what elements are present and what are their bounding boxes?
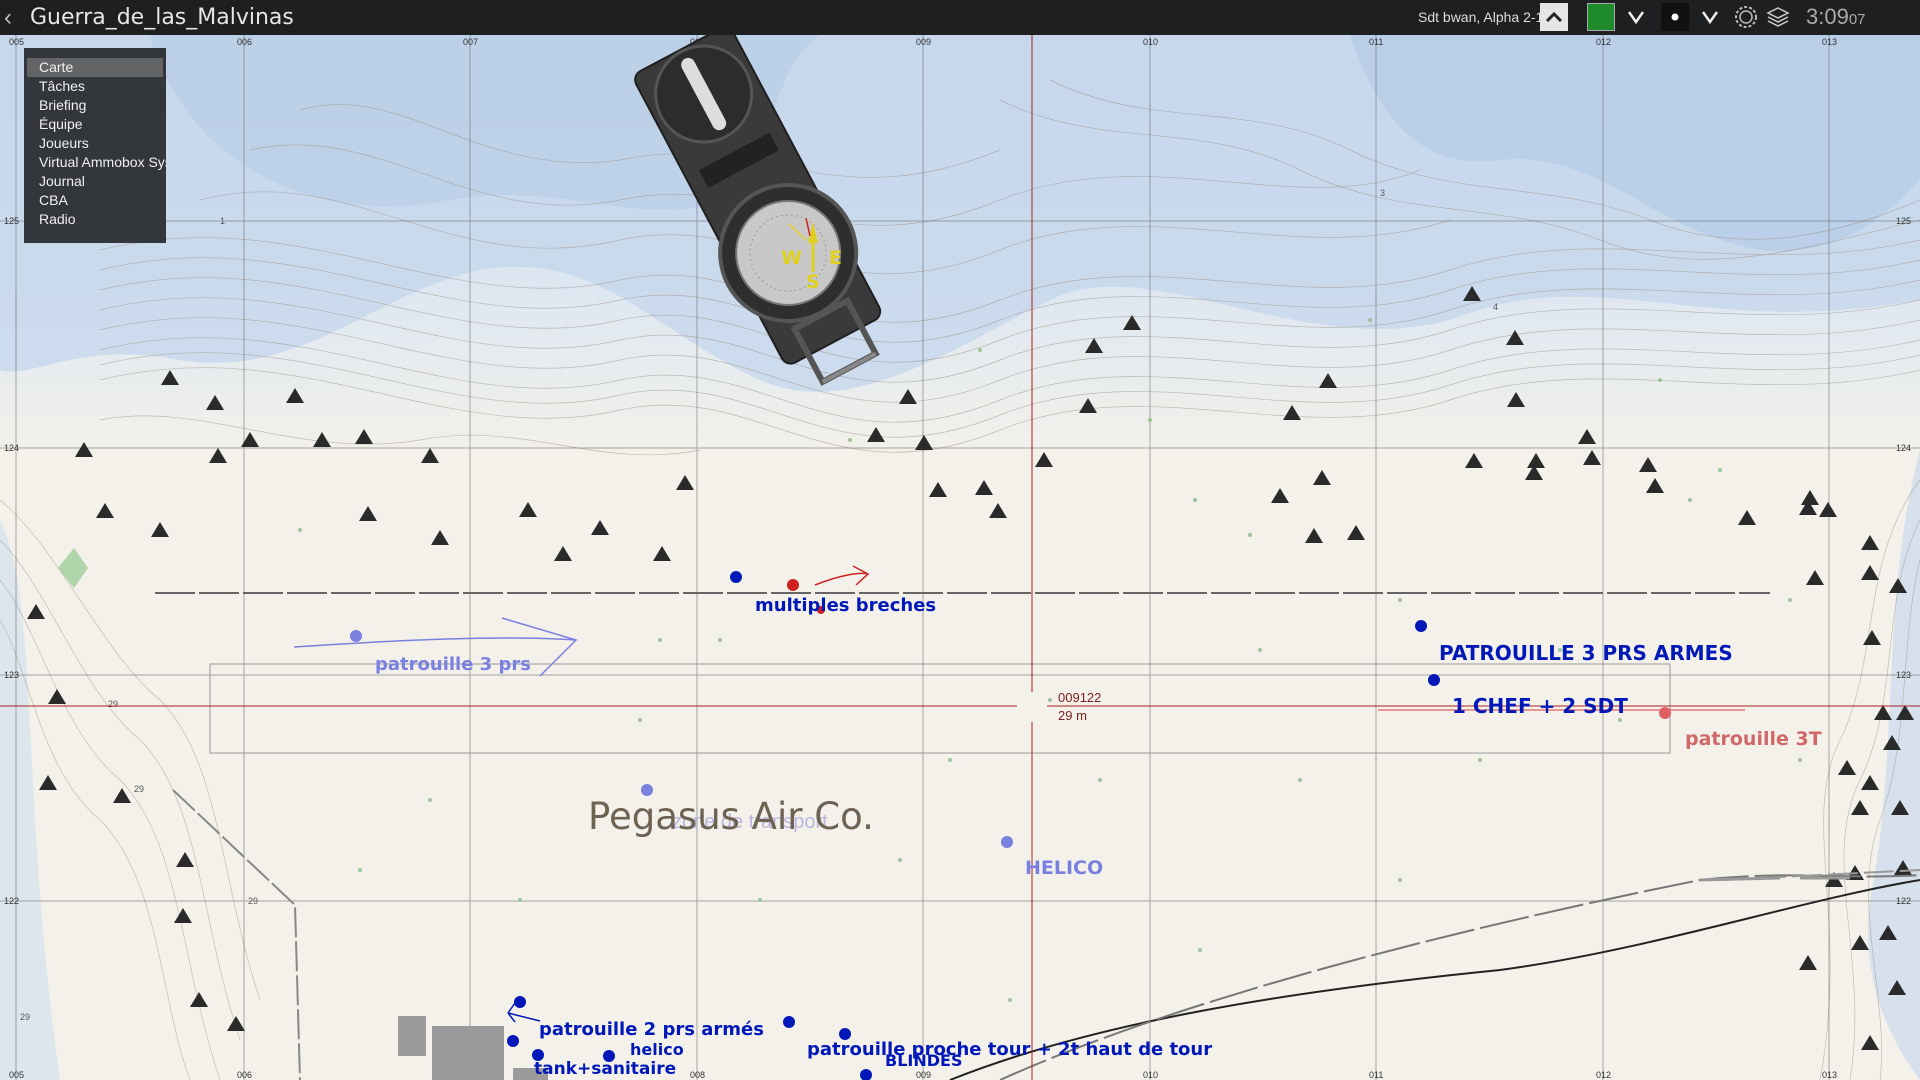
buildings [398,1016,548,1080]
menu-item-briefing[interactable]: Briefing [27,96,163,115]
vegetation-patch [58,548,88,588]
marker-text[interactable]: patrouille 3 prs [375,654,531,675]
menu-item-radio[interactable]: Radio [27,210,163,229]
dot-icon[interactable] [1661,3,1689,31]
marker-text[interactable]: PATROUILLE 3 PRS ARMES [1439,641,1733,665]
green-square-icon[interactable] [1587,3,1615,31]
menu-item-virtual-ammobox[interactable]: Virtual Ammobox System [27,153,166,172]
marker-text[interactable]: multiples breches [755,595,936,616]
marker-text[interactable]: BLINDES [885,1051,962,1070]
grid-label-y: 123 [4,670,19,680]
grid-label-x: 006 [237,37,252,47]
marker-text[interactable]: 1 CHEF + 2 SDT [1452,694,1628,718]
grid-label-x: 013 [1822,1070,1837,1080]
contour-label: 3 [1380,188,1385,198]
grid-label-x: 009 [916,37,931,47]
layers-icon[interactable] [1764,3,1792,31]
grid-label-x: 006 [237,1070,252,1080]
grid-label-y: 125 [1896,216,1911,226]
grid-label-x: 005 [9,1070,24,1080]
back-chevron-icon[interactable]: ‹ [4,4,12,32]
tactical-map[interactable]: 005 006 007 008 009 010 011 012 013 005 … [0,35,1920,1080]
clock-seconds: 07 [1848,11,1866,28]
grid-label-x: 012 [1596,37,1611,47]
grid-label-y: 122 [4,896,19,906]
contour-label: 29 [248,896,258,906]
grid-label-x: 007 [463,37,478,47]
contour-label: 29 [108,699,118,709]
grid-label-x: 011 [1369,37,1383,47]
marker-text[interactable]: patrouille proche tour + 2t haut de tour [807,1039,1212,1060]
menu-item-cba[interactable]: CBA [27,191,163,210]
compass-letter: W [781,247,802,269]
contour-label: 29 [134,784,144,794]
marker-text[interactable]: patrouille 3T [1685,728,1822,750]
player-unit-label: Sdt bwan, Alpha 2-1 1 [1418,9,1555,25]
contour-label: 4 [1493,302,1498,312]
menu-item-journal[interactable]: Journal [27,172,163,191]
mission-title: Guerra_de_las_Malvinas [30,5,294,30]
grid-label-x: 005 [9,37,24,47]
grid-label-x: 010 [1143,1070,1158,1080]
grid-label-x: 008 [690,1070,705,1080]
compass-letter: E [829,247,842,269]
compass-letter: S [806,271,820,293]
grid-label-x: 013 [1822,37,1837,47]
menu-item-taches[interactable]: Tâches [27,77,163,96]
gps-icon[interactable] [1732,3,1760,31]
menu-item-joueurs[interactable]: Joueurs [27,134,163,153]
grid-label-y: 124 [4,443,19,453]
terrain-shade [0,520,60,1080]
grid-label-y: 124 [1896,443,1911,453]
map-menu: Carte Tâches Briefing Équipe Joueurs Vir… [24,48,166,243]
cursor-distance-readout: 29 m [1058,708,1087,723]
menu-item-equipe[interactable]: Équipe [27,115,163,134]
contour-label: 1 [220,216,225,226]
top-bar: ‹ Guerra_de_las_Malvinas Sdt bwan, Alpha… [0,0,1920,35]
grid-label-x: 010 [1143,37,1158,47]
chevron-up-icon[interactable] [1540,3,1568,31]
mission-clock: 3:0907 [1806,4,1866,30]
v-icon[interactable] [1622,3,1650,31]
marker-text[interactable]: patrouille 2 prs armés [539,1019,764,1040]
grid-label-y: 123 [1896,670,1911,680]
grid-label-x: 011 [1369,1070,1383,1080]
marker-text[interactable]: helico [630,1040,684,1059]
grid-label-x: 009 [916,1070,931,1080]
marker-text[interactable]: tank+sanitaire [534,1059,676,1079]
grid-label-y: 125 [4,216,19,226]
marker-text[interactable]: HELICO [1025,857,1103,879]
red-arrow-stroke [814,565,1745,711]
menu-item-carte[interactable]: Carte [27,58,163,77]
v-icon[interactable] [1696,3,1724,31]
grid-label-x: 012 [1596,1070,1611,1080]
contour-label: 29 [20,1012,30,1022]
clock-time: 3:09 [1806,4,1849,29]
cursor-grid-readout: 009122 [1058,690,1102,705]
location-label: Pegasus Air Co. [588,795,874,838]
grid-label-y: 122 [1896,896,1911,906]
